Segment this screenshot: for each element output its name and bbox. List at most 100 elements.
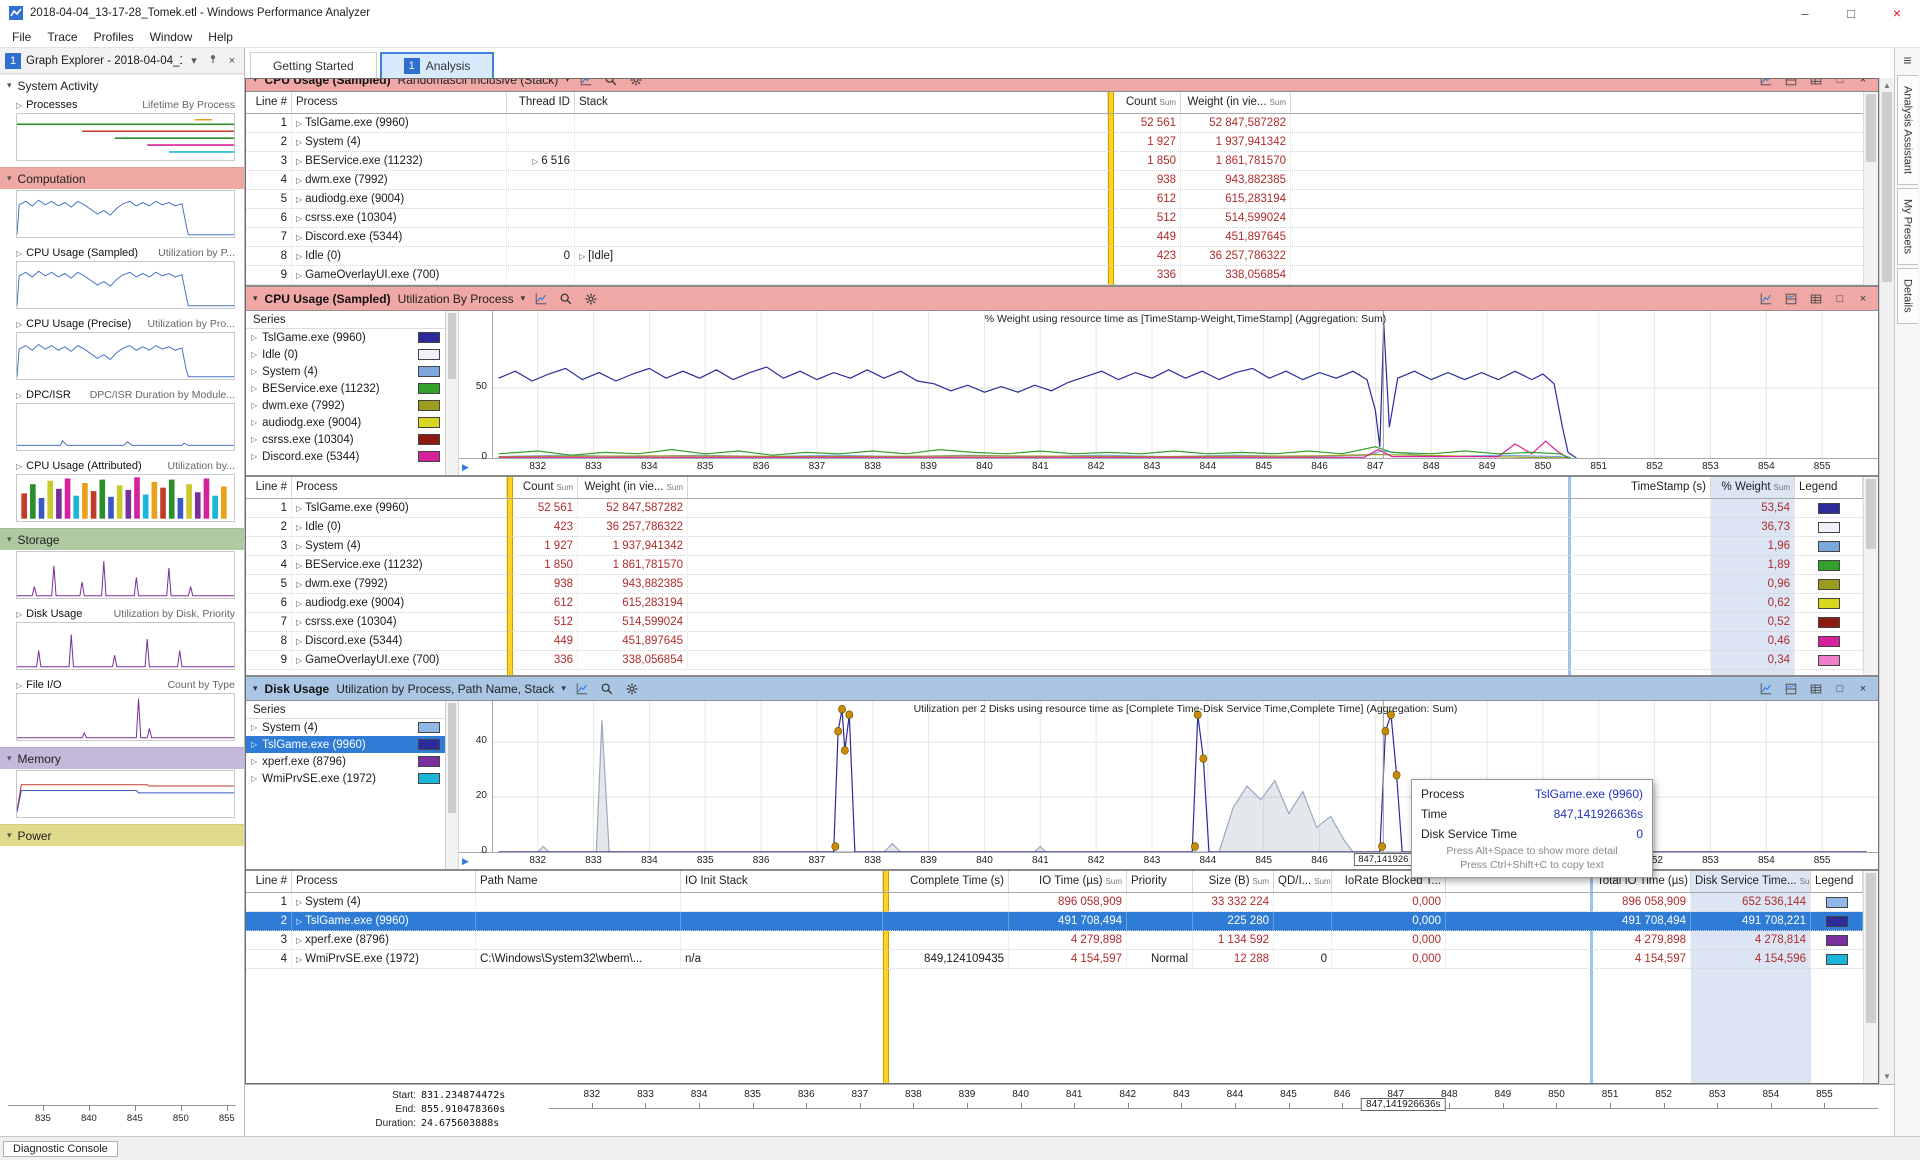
expander-icon[interactable]: ▷ <box>296 637 302 646</box>
menu-window[interactable]: Window <box>142 30 201 44</box>
series-system-4[interactable]: ▷ System (4) <box>246 363 445 380</box>
column-header-count[interactable]: Count Sum <box>1114 92 1181 113</box>
series-idle-0[interactable]: ▷ Idle (0) <box>246 346 445 363</box>
series-beservice-exe-11232[interactable]: ▷ BEService.exe (11232) <box>246 380 445 397</box>
settings-gear-icon[interactable] <box>627 79 645 88</box>
sidebar-group-memory[interactable]: ▾ Memory <box>0 747 244 769</box>
panel-maximize-icon[interactable]: □ <box>1832 293 1848 305</box>
series-scrollbar[interactable] <box>446 701 459 869</box>
minimize-button[interactable]: – <box>1782 0 1828 26</box>
chevron-down-icon[interactable]: ▾ <box>521 293 526 304</box>
thumbnail-computation-preview[interactable] <box>16 190 235 238</box>
column-header-io-time-s[interactable]: IO Time (µs) Sum <box>1009 871 1127 892</box>
expander-icon[interactable]: ▷ <box>296 252 302 261</box>
settings-gear-icon[interactable] <box>582 291 600 307</box>
close-icon[interactable]: × <box>225 55 239 67</box>
thumbnail-cpu-usage-attributed[interactable] <box>16 474 235 522</box>
series-tslgame-exe-9960[interactable]: ▷ TslGame.exe (9960) <box>246 329 445 346</box>
table-scrollbar[interactable] <box>1863 92 1878 285</box>
settings-gear-icon[interactable] <box>623 681 641 697</box>
thumbnail-dpc-isr[interactable] <box>16 403 235 451</box>
search-icon[interactable] <box>602 79 620 88</box>
column-header-line[interactable]: Line # <box>246 871 292 892</box>
panel-preset[interactable]: Utilization By Process <box>398 292 514 306</box>
column-header-timestamp-s[interactable]: TimeStamp (s) <box>1571 477 1711 498</box>
column-header-count[interactable]: Count Sum <box>513 477 578 498</box>
series-tslgame-exe-9960[interactable]: ▷ TslGame.exe (9960) <box>246 736 445 753</box>
column-header-disk-service-time[interactable]: Disk Service Time...Sum <box>1691 871 1811 892</box>
column-header-thread-id[interactable]: Thread ID <box>507 92 575 113</box>
column-header-path-name[interactable]: Path Name <box>476 871 681 892</box>
right-tab-my-presets[interactable]: My Presets <box>1896 188 1918 266</box>
series-audiodg-exe-9004[interactable]: ▷ audiodg.exe (9004) <box>246 414 445 431</box>
disk-chart[interactable]: Utilization per 2 Disks using resource t… <box>493 701 1878 852</box>
column-header-process[interactable]: Process <box>292 92 507 113</box>
panel-close-icon[interactable]: × <box>1855 293 1871 305</box>
thumbnail-disk-usage[interactable] <box>16 622 235 670</box>
collapse-icon[interactable]: ▾ <box>253 79 258 85</box>
column-header-priority[interactable]: Priority <box>1127 871 1193 892</box>
panel-close-icon[interactable]: × <box>1855 79 1871 86</box>
column-header-stack[interactable]: Stack <box>575 92 1108 113</box>
pin-icon[interactable] <box>206 53 220 68</box>
series-xperf-exe-8796[interactable]: ▷ xperf.exe (8796) <box>246 753 445 770</box>
graph-view-icon[interactable] <box>1757 291 1775 307</box>
close-button[interactable]: × <box>1874 0 1920 26</box>
series-wmiprvse-exe-1972[interactable]: ▷ WmiPrvSE.exe (1972) <box>246 770 445 787</box>
sidebar-group-system-activity[interactable]: ▾ System Activity <box>0 74 244 96</box>
table-row[interactable]: 8 ▷ Discord.exe (5344) 449 451,897645 0,46 <box>246 632 1863 651</box>
table-row[interactable]: 4 ▷ WmiPrvSE.exe (1972) C:\Windows\System32… <box>246 950 1863 969</box>
sidebar-group-power[interactable]: ▾ Power <box>0 824 244 846</box>
sidebar-group-storage[interactable]: ▾ Storage <box>0 528 244 550</box>
series-dwm-exe-7992[interactable]: ▷ dwm.exe (7992) <box>246 397 445 414</box>
column-header-line[interactable]: Line # <box>246 92 292 113</box>
chevron-down-icon[interactable]: ▾ <box>561 683 566 694</box>
table-row[interactable]: 3 ▷ System (4) 1 927 1 937,941342 1,96 <box>246 537 1863 556</box>
chart-options-icon[interactable] <box>573 681 591 697</box>
right-tab-details[interactable]: Details <box>1896 268 1918 324</box>
column-header-size-b[interactable]: Size (B) Sum <box>1193 871 1274 892</box>
table-row[interactable]: 7 ▷ Discord.exe (5344) 449 451,897645 <box>246 228 1863 247</box>
collapse-icon[interactable]: ▾ <box>253 683 258 694</box>
column-header-weight-in-vie[interactable]: Weight (in vie... Sum <box>1181 92 1291 113</box>
expander-icon[interactable]: ▷ <box>296 504 302 513</box>
thumbnail-cpu-usage-precise[interactable] <box>16 332 235 380</box>
expander-icon[interactable]: ▷ <box>296 523 302 532</box>
expander-icon[interactable]: ▷ <box>296 233 302 242</box>
search-icon[interactable] <box>598 681 616 697</box>
sidebar-item-cpu-usage-attributed[interactable]: ▷ CPU Usage (Attributed) Utilization by... <box>0 457 244 473</box>
menu-icon[interactable]: ≡ <box>1903 48 1911 72</box>
graph-view-icon[interactable] <box>1757 79 1775 88</box>
column-header-legend[interactable]: Legend <box>1795 477 1863 498</box>
split-view-icon[interactable] <box>1782 681 1800 697</box>
menu-file[interactable]: File <box>4 30 39 44</box>
graph-view-icon[interactable] <box>1757 681 1775 697</box>
expander-icon[interactable]: ▷ <box>296 542 302 551</box>
table-row[interactable]: 4 ▷ BEService.exe (11232) 1 850 1 861,781570… <box>246 556 1863 575</box>
expander-icon[interactable]: ▷ <box>296 917 302 926</box>
table-view-icon[interactable] <box>1807 681 1825 697</box>
expander-icon[interactable]: ▷ <box>296 618 302 627</box>
series-csrss-exe-10304[interactable]: ▷ csrss.exe (10304) <box>246 431 445 448</box>
diagnostic-console-tab[interactable]: Diagnostic Console <box>3 1140 118 1157</box>
expander-icon[interactable]: ▷ <box>579 252 585 261</box>
table-row[interactable]: 1 ▷ System (4) 896 058,909 33 332 224 0,000 89… <box>246 893 1863 912</box>
table-row[interactable]: 2 ▷ TslGame.exe (9960) 491 708,494 225 280 0,… <box>246 912 1863 931</box>
table-scrollbar[interactable] <box>1863 477 1878 675</box>
chevron-down-icon[interactable]: ▾ <box>187 54 201 67</box>
panel-maximize-icon[interactable]: □ <box>1832 79 1848 86</box>
table-row[interactable]: 6 ▷ audiodg.exe (9004) 612 615,283194 0,62 <box>246 594 1863 613</box>
thumbnail-cpu-usage-sampled[interactable] <box>16 261 235 309</box>
expander-icon[interactable]: ▷ <box>296 599 302 608</box>
scroll-down-icon[interactable]: ▼ <box>1883 1069 1891 1084</box>
chevron-down-icon[interactable]: ▾ <box>565 79 570 85</box>
series-system-4[interactable]: ▷ System (4) <box>246 719 445 736</box>
right-tab-analysis-assistant[interactable]: Analysis Assistant <box>1896 75 1918 186</box>
sidebar-item-processes[interactable]: ▷ Processes Lifetime By Process <box>0 96 244 112</box>
column-header-io-init-stack[interactable]: IO Init Stack <box>681 871 883 892</box>
column-header-line[interactable]: Line # <box>246 477 292 498</box>
table-view-icon[interactable] <box>1807 79 1825 88</box>
scroll-up-icon[interactable]: ▲ <box>1883 78 1891 93</box>
expander-icon[interactable]: ▷ <box>296 955 302 964</box>
panel-maximize-icon[interactable]: □ <box>1832 683 1848 695</box>
